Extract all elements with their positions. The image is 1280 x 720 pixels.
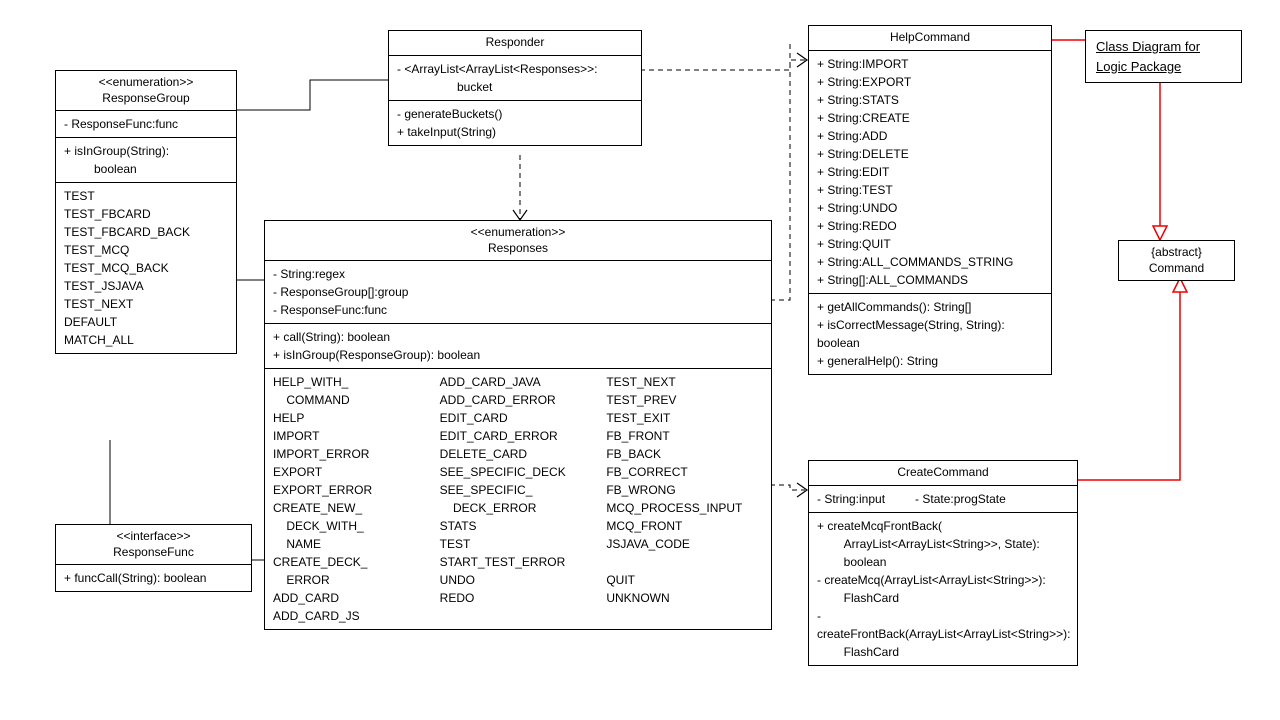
responsefunc-ops: + funcCall(String): boolean: [56, 565, 251, 591]
responses-attrs: - String:regex- ResponseGroup[]:group- R…: [265, 261, 771, 324]
responses-class: <<enumeration>> Responses - String:regex…: [264, 220, 772, 630]
responder-op2: + takeInput(String): [397, 123, 633, 141]
responder-class: Responder - <ArrayList<ArrayList<Respons…: [388, 30, 642, 146]
helpcommand-class: HelpCommand + String:IMPORT+ String:EXPO…: [808, 25, 1052, 375]
createcommand-ops: + createMcqFrontBack( ArrayList<ArrayLis…: [809, 513, 1077, 665]
diagram-title: Class Diagram for Logic Package: [1096, 37, 1231, 76]
createcommand-name: CreateCommand: [809, 461, 1077, 486]
responses-stereotype: <<enumeration>>: [271, 225, 765, 241]
responsegroup-attrs: - ResponseFunc:func: [56, 111, 236, 138]
createcommand-attr1: - String:input: [817, 490, 885, 508]
responsefunc-interface: <<interface>> ResponseFunc + funcCall(St…: [55, 524, 252, 592]
responses-col1: HELP_WITH_ COMMANDHELPIMPORTIMPORT_ERROR…: [273, 373, 430, 625]
responder-op1: - generateBuckets(): [397, 105, 633, 123]
responsegroup-stereotype: <<enumeration>>: [62, 75, 230, 91]
createcommand-class: CreateCommand - String:input - State:pro…: [808, 460, 1078, 666]
responses-ops: + call(String): boolean+ isInGroup(Respo…: [265, 324, 771, 369]
command-stereotype: {abstract}: [1125, 245, 1228, 261]
command-abstract: {abstract} Command: [1118, 240, 1235, 281]
responder-name: Responder: [389, 31, 641, 56]
helpcommand-ops: + getAllCommands(): String[]+ isCorrectM…: [809, 294, 1051, 374]
responses-col3: TEST_NEXTTEST_PREVTEST_EXITFB_FRONTFB_BA…: [606, 373, 763, 625]
helpcommand-name: HelpCommand: [809, 26, 1051, 51]
responsegroup-ops: + isInGroup(String):: [64, 142, 228, 160]
responses-col2: ADD_CARD_JAVAADD_CARD_ERROREDIT_CARDEDIT…: [440, 373, 597, 625]
createcommand-attr2: - State:progState: [915, 490, 1006, 508]
responsefunc-stereotype: <<interface>>: [62, 529, 245, 545]
responder-attr-l2: bucket: [397, 78, 633, 96]
helpcommand-attrs: + String:IMPORT+ String:EXPORT+ String:S…: [809, 51, 1051, 294]
responsegroup-name: ResponseGroup: [62, 91, 230, 107]
responsegroup-values: TESTTEST_FBCARDTEST_FBCARD_BACKTEST_MCQT…: [56, 183, 236, 353]
diagram-title-box: Class Diagram for Logic Package: [1085, 30, 1242, 83]
responses-name: Responses: [271, 241, 765, 257]
responsegroup-class: <<enumeration>> ResponseGroup - Response…: [55, 70, 237, 354]
responsegroup-ops-ret: boolean: [64, 160, 228, 178]
command-name: Command: [1125, 261, 1228, 277]
responder-attr-l1: - <ArrayList<ArrayList<Responses>>:: [397, 60, 633, 78]
responsefunc-name: ResponseFunc: [62, 545, 245, 561]
